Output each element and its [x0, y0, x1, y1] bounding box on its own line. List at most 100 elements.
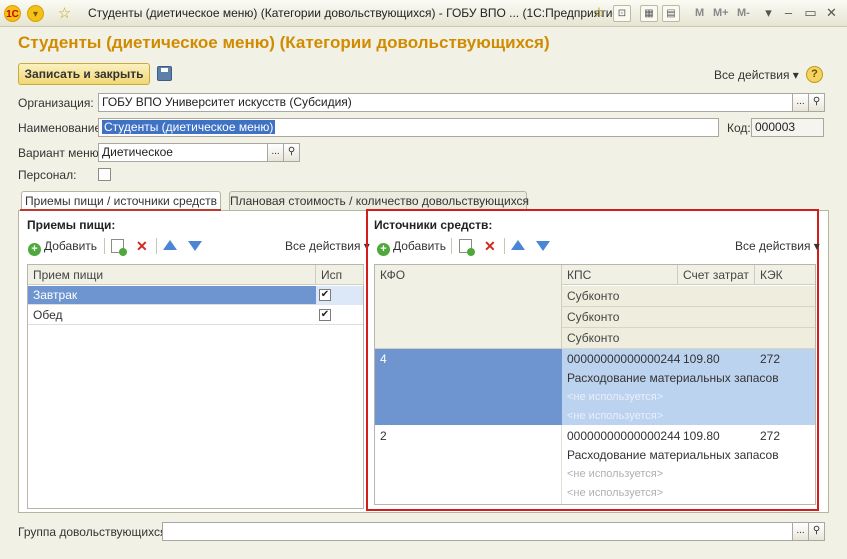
- calculator-icon[interactable]: ▦: [640, 5, 658, 22]
- sources-title: Источники средств:: [374, 218, 493, 232]
- app-logo-icon[interactable]: 1С: [4, 5, 21, 22]
- minimize-icon[interactable]: –: [780, 5, 797, 21]
- save-and-close-button[interactable]: Записать и закрыть: [18, 63, 150, 85]
- meal-name: Завтрак: [33, 288, 78, 302]
- code-field[interactable]: 000003: [751, 118, 824, 137]
- window-titlebar: 1С ▾ ☆ Студенты (диетическое меню) (Кате…: [0, 0, 847, 27]
- source-subconto-3: <не используется>: [567, 410, 664, 422]
- organization-label: Организация:: [18, 96, 94, 110]
- source-kps: 00000000000000244: [567, 429, 681, 443]
- column-header-subconto-2[interactable]: Субконто: [562, 307, 815, 328]
- meal-used-checkbox[interactable]: ✔: [319, 309, 331, 321]
- column-header-account[interactable]: Счет затрат: [678, 265, 755, 285]
- meals-move-up-icon[interactable]: [163, 240, 177, 250]
- table-row[interactable]: Обед ✔: [28, 306, 363, 325]
- meals-move-down-icon[interactable]: [188, 241, 202, 251]
- source-subconto-1: Расходование материальных запасов: [567, 371, 779, 385]
- form-title: Студенты (диетическое меню) (Категории д…: [18, 33, 550, 52]
- code-label: Код:: [727, 121, 751, 135]
- source-kfo: 2: [380, 429, 387, 443]
- column-header-subconto-1[interactable]: Субконто: [562, 286, 815, 307]
- window-title: Студенты (диетическое меню) (Категории д…: [88, 6, 624, 20]
- close-icon[interactable]: ✕: [823, 5, 840, 21]
- name-field-value: Студенты (диетическое меню): [102, 120, 276, 134]
- memory-minus-button[interactable]: M-: [737, 7, 750, 19]
- add-favorite-icon[interactable]: ☆: [590, 5, 608, 22]
- column-header-meal[interactable]: Прием пищи: [28, 265, 316, 285]
- source-kek: 272: [760, 352, 781, 366]
- tab-planned-cost[interactable]: Плановая стоимость / количество довольст…: [229, 191, 529, 211]
- column-header-kps[interactable]: КПС: [562, 265, 678, 285]
- column-header-used[interactable]: Исп: [316, 265, 364, 285]
- meals-add-label: Добавить: [44, 239, 98, 253]
- group-search-icon[interactable]: ⚲: [808, 522, 825, 541]
- add-icon: +: [28, 243, 41, 256]
- all-actions-menu[interactable]: Все действия ▾: [714, 68, 799, 82]
- menu-variant-field[interactable]: Диетическое: [98, 143, 268, 162]
- sources-move-up-icon[interactable]: [511, 240, 525, 250]
- toolbar-divider: [156, 238, 157, 254]
- meals-delete-icon[interactable]: ✕: [136, 239, 148, 253]
- group-select-button[interactable]: ...: [792, 522, 809, 541]
- save-icon[interactable]: [157, 66, 172, 81]
- meal-name: Обед: [33, 308, 63, 322]
- toolbar-divider: [104, 238, 105, 254]
- dropdown-icon[interactable]: ▾: [760, 5, 777, 21]
- sources-table: КФО КПС Счет затрат КЭК Субконто Субконт…: [374, 264, 816, 505]
- source-subconto-2: <не используется>: [567, 468, 664, 480]
- personal-label: Персонал:: [18, 168, 77, 182]
- sources-all-actions-menu[interactable]: Все действия ▾: [735, 239, 820, 253]
- favorite-star-icon[interactable]: ☆: [56, 5, 73, 22]
- source-kps: 00000000000000244: [567, 352, 681, 366]
- table-row[interactable]: 4: [375, 349, 562, 425]
- tab-highlight-underline: [20, 209, 221, 211]
- sources-add-label: Добавить: [393, 239, 447, 253]
- name-field[interactable]: Студенты (диетическое меню): [98, 118, 719, 137]
- sources-copy-icon[interactable]: [459, 239, 475, 256]
- memory-plus-button[interactable]: M+: [713, 7, 729, 19]
- table-row[interactable]: Завтрак ✔: [28, 286, 363, 305]
- group-label: Группа довольствующихся:: [18, 525, 170, 539]
- organization-select-button[interactable]: ...: [792, 93, 809, 112]
- source-subconto-3: <не используется>: [567, 487, 664, 499]
- menu-variant-label: Вариант меню:: [18, 146, 103, 160]
- add-icon: +: [377, 243, 390, 256]
- meals-table: Прием пищи Исп Завтрак ✔ Обед ✔: [27, 264, 364, 509]
- toolbar-divider: [504, 238, 505, 254]
- calendar-icon[interactable]: ▤: [662, 5, 680, 22]
- memory-m-button[interactable]: M: [695, 7, 704, 19]
- help-icon[interactable]: ?: [806, 66, 823, 83]
- sources-delete-icon[interactable]: ✕: [484, 239, 496, 253]
- source-kek: 272: [760, 429, 781, 443]
- meals-title: Приемы пищи:: [27, 218, 116, 232]
- meal-used-checkbox[interactable]: ✔: [319, 289, 331, 301]
- name-label: Наименование:: [18, 121, 105, 135]
- column-header-kek[interactable]: КЭК: [755, 265, 815, 285]
- menu-variant-search-icon[interactable]: ⚲: [283, 143, 300, 162]
- organization-search-icon[interactable]: ⚲: [808, 93, 825, 112]
- group-field[interactable]: [162, 522, 793, 541]
- personal-checkbox[interactable]: [98, 168, 111, 181]
- meals-add-button[interactable]: + Добавить: [28, 239, 97, 256]
- source-kfo: 4: [380, 352, 387, 366]
- column-header-kfo[interactable]: КФО: [375, 265, 562, 349]
- meals-all-actions-menu[interactable]: Все действия ▾: [285, 239, 370, 253]
- sources-add-button[interactable]: + Добавить: [377, 239, 446, 256]
- source-account: 109.80: [683, 429, 720, 443]
- sources-move-down-icon[interactable]: [536, 241, 550, 251]
- history-icon[interactable]: ⊡: [613, 5, 631, 22]
- toolbar-divider: [451, 238, 452, 254]
- table-row-details[interactable]: 00000000000000244 109.80 272 Расходовани…: [562, 425, 815, 504]
- tab-meals-sources[interactable]: Приемы пищи / источники средств: [21, 191, 221, 211]
- column-header-subconto-3[interactable]: Субконто: [562, 328, 815, 349]
- menu-variant-select-button[interactable]: ...: [267, 143, 284, 162]
- source-account: 109.80: [683, 352, 720, 366]
- organization-field[interactable]: ГОБУ ВПО Университет искусств (Субсидия): [98, 93, 793, 112]
- source-subconto-1: Расходование материальных запасов: [567, 448, 779, 462]
- main-menu-icon[interactable]: ▾: [27, 5, 44, 22]
- meals-copy-icon[interactable]: [111, 239, 127, 256]
- table-row[interactable]: 2: [375, 425, 562, 504]
- restore-icon[interactable]: ▭: [802, 5, 819, 21]
- source-subconto-2: <не используется>: [567, 391, 664, 403]
- table-row-details[interactable]: 00000000000000244 109.80 272 Расходовани…: [562, 349, 815, 425]
